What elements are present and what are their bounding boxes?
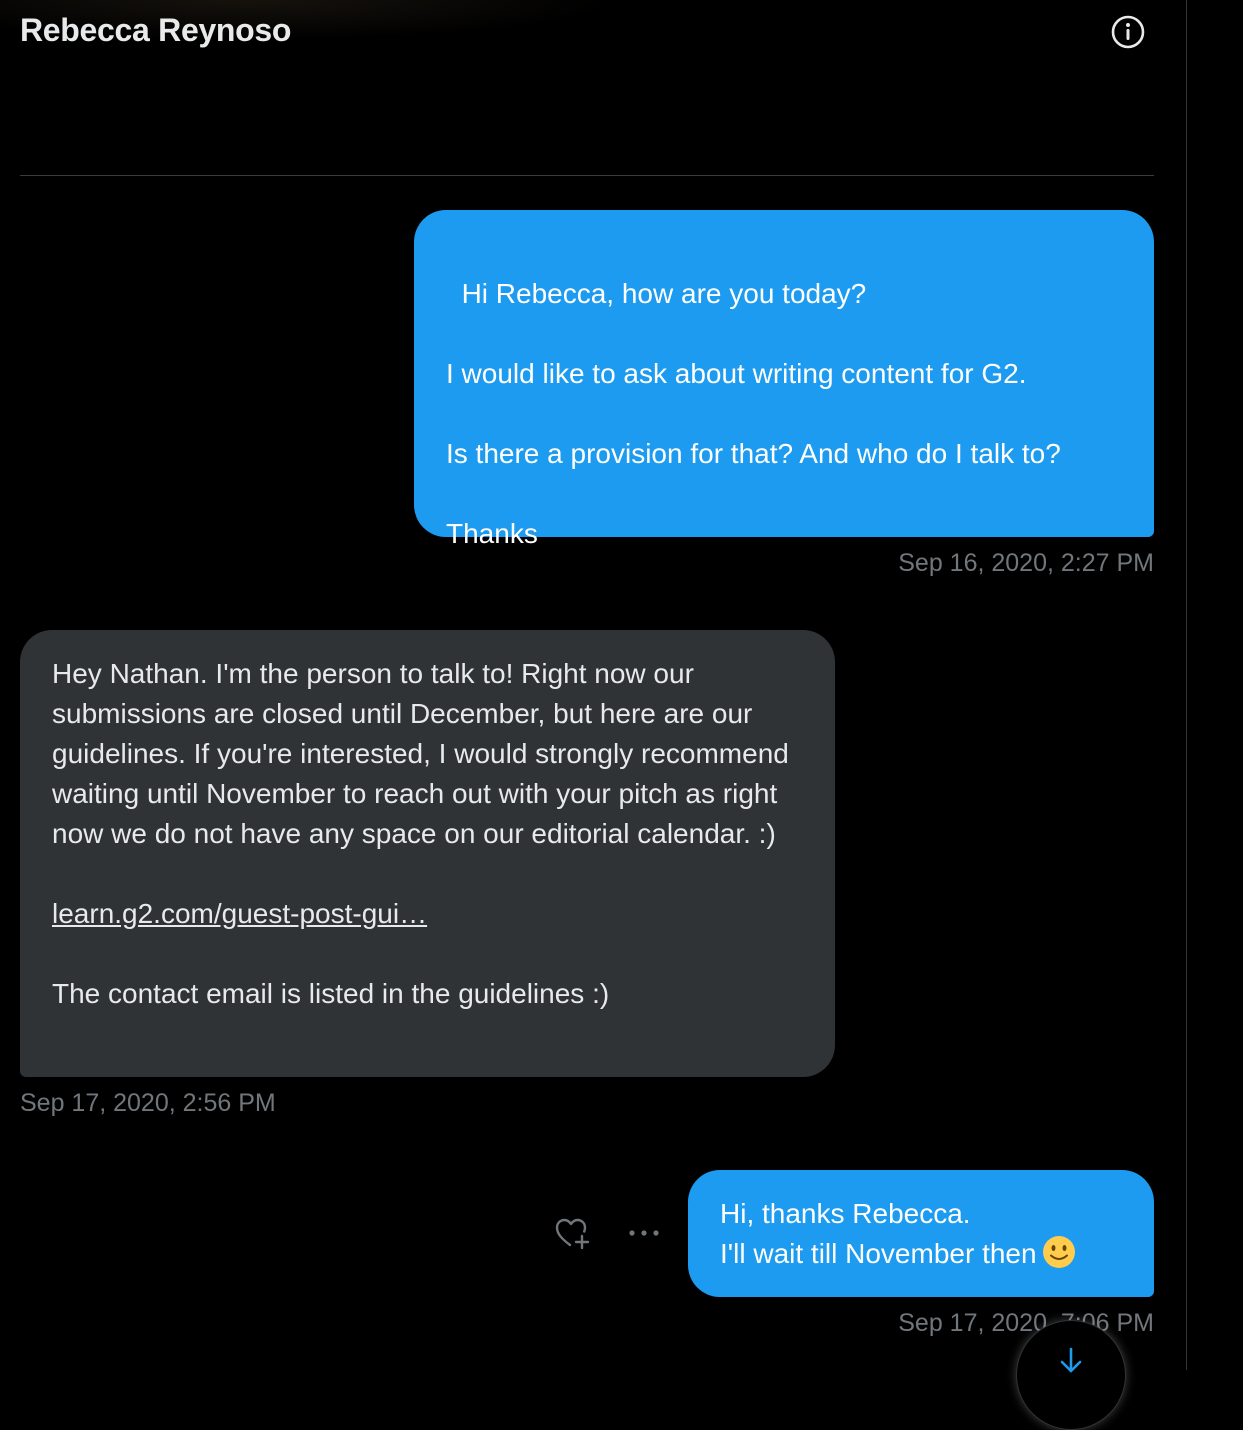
message-timestamp: Sep 17, 2020, 2:56 PM — [20, 1089, 276, 1117]
message-text-after-link: The contact email is listed in the guide… — [52, 978, 610, 1009]
outgoing-message-bubble[interactable]: Hi Rebecca, how are you today? I would l… — [414, 210, 1154, 549]
ellipsis-icon — [629, 1230, 659, 1236]
incoming-message-bubble[interactable]: Hey Nathan. I'm the person to talk to! R… — [20, 630, 835, 1077]
message-timestamp: Sep 16, 2020, 2:27 PM — [898, 549, 1154, 577]
arrow-down-icon — [1060, 1347, 1082, 1373]
message-text: Hi Rebecca, how are you today? I would l… — [446, 278, 1061, 549]
info-circle-icon — [1111, 15, 1145, 49]
guidelines-link[interactable]: learn.g2.com/guest-post-gui… — [52, 898, 427, 929]
header-divider — [20, 175, 1154, 176]
heart-plus-icon — [555, 1218, 590, 1250]
add-reaction-button[interactable] — [553, 1214, 591, 1252]
slightly-smiling-face-icon — [1042, 1236, 1075, 1268]
column-border — [1186, 0, 1187, 1370]
scroll-to-bottom-button[interactable] — [1016, 1320, 1126, 1430]
message-text-line: I'll wait till November then — [720, 1238, 1037, 1269]
outgoing-message-bubble[interactable]: Hi, thanks Rebecca. I'll wait till Novem… — [688, 1170, 1154, 1297]
more-actions-button[interactable] — [624, 1214, 664, 1252]
info-button[interactable] — [1110, 14, 1146, 50]
conversation-title: Rebecca Reynoso — [20, 12, 292, 48]
message-text-line: Hi, thanks Rebecca. — [720, 1198, 971, 1229]
message-timestamp: Sep 17, 2020, 7:06 PM — [898, 1309, 1154, 1337]
message-text: Hey Nathan. I'm the person to talk to! R… — [52, 658, 797, 849]
